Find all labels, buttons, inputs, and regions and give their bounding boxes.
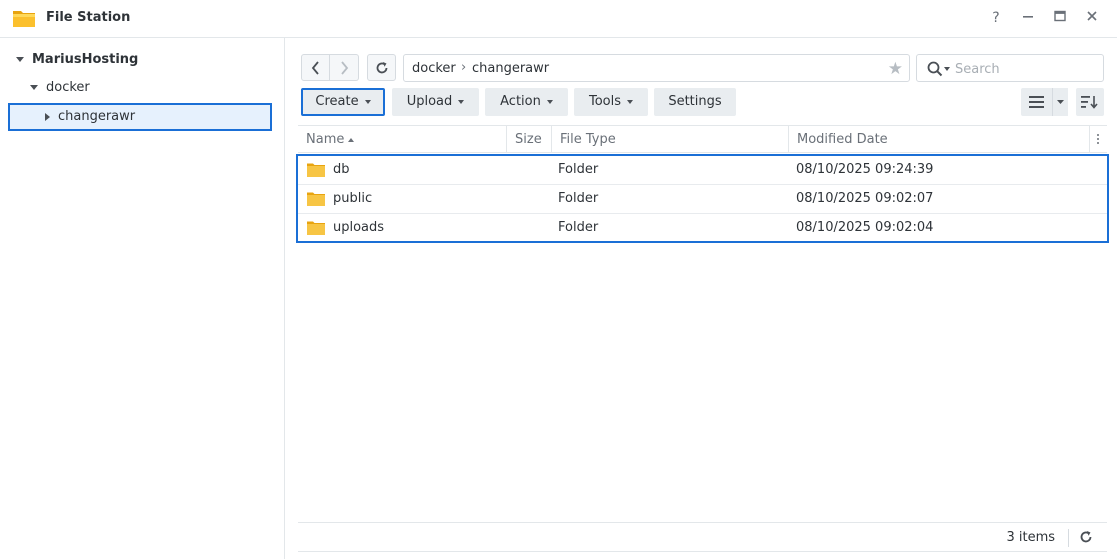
chevron-left-icon — [311, 61, 319, 75]
sort-button[interactable] — [1076, 88, 1104, 116]
file-name: public — [333, 191, 373, 206]
folder-icon — [307, 192, 325, 206]
refresh-icon[interactable] — [1079, 530, 1093, 544]
file-type: Folder — [558, 220, 599, 235]
column-header-modified-date[interactable]: Modified Date — [789, 126, 1090, 153]
file-modified-date: 08/10/2025 09:02:07 — [796, 191, 934, 206]
search-options-caret-icon[interactable] — [944, 67, 950, 71]
list-view-icon — [1029, 96, 1044, 108]
table-row[interactable]: uploads Folder 08/10/2025 09:02:04 — [298, 214, 1107, 243]
search-input[interactable] — [955, 59, 1095, 79]
collapse-arrow-icon[interactable] — [45, 112, 50, 121]
chevron-right-icon — [341, 61, 349, 75]
tree-item-selected[interactable]: changerawr — [8, 103, 272, 131]
sort-ascending-icon — [348, 137, 355, 142]
status-bar: 3 items — [298, 522, 1107, 552]
tree-item-root[interactable]: MariusHosting — [16, 47, 138, 73]
file-modified-date: 08/10/2025 09:02:04 — [796, 220, 934, 235]
favorite-star-icon[interactable]: ★ — [888, 59, 903, 79]
folder-tree: MariusHosting docker changerawr — [0, 38, 285, 559]
table-row[interactable]: db Folder 08/10/2025 09:24:39 — [298, 156, 1107, 185]
create-button[interactable]: Create — [301, 88, 385, 116]
table-row[interactable]: public Folder 08/10/2025 09:02:07 — [298, 185, 1107, 214]
action-button-label: Action — [500, 94, 541, 109]
path-bar[interactable]: docker › changerawr ★ — [403, 54, 910, 82]
maximize-icon — [1054, 10, 1066, 22]
file-type: Folder — [558, 162, 599, 177]
app-title: File Station — [46, 10, 131, 25]
column-header-size[interactable]: Size — [507, 126, 552, 153]
tree-item-docker[interactable]: docker — [30, 75, 90, 101]
caret-down-icon — [627, 99, 634, 104]
column-header-label: File Type — [560, 132, 616, 147]
upload-button[interactable]: Upload — [392, 88, 479, 116]
caret-down-icon — [546, 99, 553, 104]
list-view-button[interactable] — [1021, 88, 1052, 116]
tree-item-label: changerawr — [58, 109, 136, 124]
file-list: db Folder 08/10/2025 09:24:39 public Fol… — [296, 154, 1109, 243]
settings-button-label: Settings — [668, 94, 722, 109]
column-header-label: Size — [515, 132, 542, 147]
expand-arrow-icon[interactable] — [30, 85, 38, 90]
breadcrumb-segment[interactable]: docker — [412, 61, 456, 76]
create-button-label: Create — [315, 94, 359, 109]
breadcrumb-separator: › — [461, 60, 467, 75]
search-box[interactable] — [916, 54, 1104, 82]
tree-item-label: docker — [46, 80, 90, 95]
search-icon[interactable] — [927, 61, 943, 77]
table-header: Name Size File Type Modified Date — [298, 125, 1107, 153]
refresh-button[interactable] — [367, 54, 396, 81]
upload-button-label: Upload — [406, 94, 453, 109]
file-modified-date: 08/10/2025 09:24:39 — [796, 162, 934, 177]
help-button[interactable]: ? — [986, 8, 1006, 28]
view-options-button[interactable] — [1052, 88, 1068, 116]
sort-icon — [1081, 96, 1098, 109]
folder-icon — [307, 163, 325, 177]
file-name: uploads — [333, 220, 385, 235]
minimize-button[interactable] — [1018, 8, 1038, 28]
column-header-name[interactable]: Name — [298, 126, 507, 153]
tools-button[interactable]: Tools — [574, 88, 648, 116]
column-header-label: Modified Date — [797, 132, 888, 147]
file-name: db — [333, 162, 350, 177]
column-menu-icon[interactable] — [1093, 132, 1103, 146]
divider — [1068, 529, 1069, 547]
file-station-icon — [13, 11, 35, 27]
minimize-icon — [1023, 16, 1033, 18]
caret-down-icon — [1057, 100, 1064, 104]
items-count: 3 items — [1006, 530, 1055, 545]
refresh-icon — [376, 62, 387, 74]
close-icon — [1087, 11, 1097, 21]
tools-button-label: Tools — [588, 94, 622, 109]
back-button[interactable] — [301, 54, 330, 81]
column-header-file-type[interactable]: File Type — [552, 126, 789, 153]
action-button[interactable]: Action — [485, 88, 568, 116]
caret-down-icon — [364, 99, 371, 104]
close-button[interactable] — [1082, 8, 1102, 28]
folder-icon — [307, 221, 325, 235]
file-type: Folder — [558, 191, 599, 206]
column-header-label: Name — [306, 132, 345, 147]
settings-button[interactable]: Settings — [654, 88, 736, 116]
caret-down-icon — [458, 99, 465, 104]
title-bar: File Station ? — [0, 0, 1117, 38]
breadcrumb-segment[interactable]: changerawr — [472, 61, 549, 76]
tree-item-label: MariusHosting — [32, 52, 139, 67]
maximize-button[interactable] — [1050, 8, 1070, 28]
forward-button[interactable] — [330, 54, 359, 81]
expand-arrow-icon[interactable] — [16, 57, 24, 62]
